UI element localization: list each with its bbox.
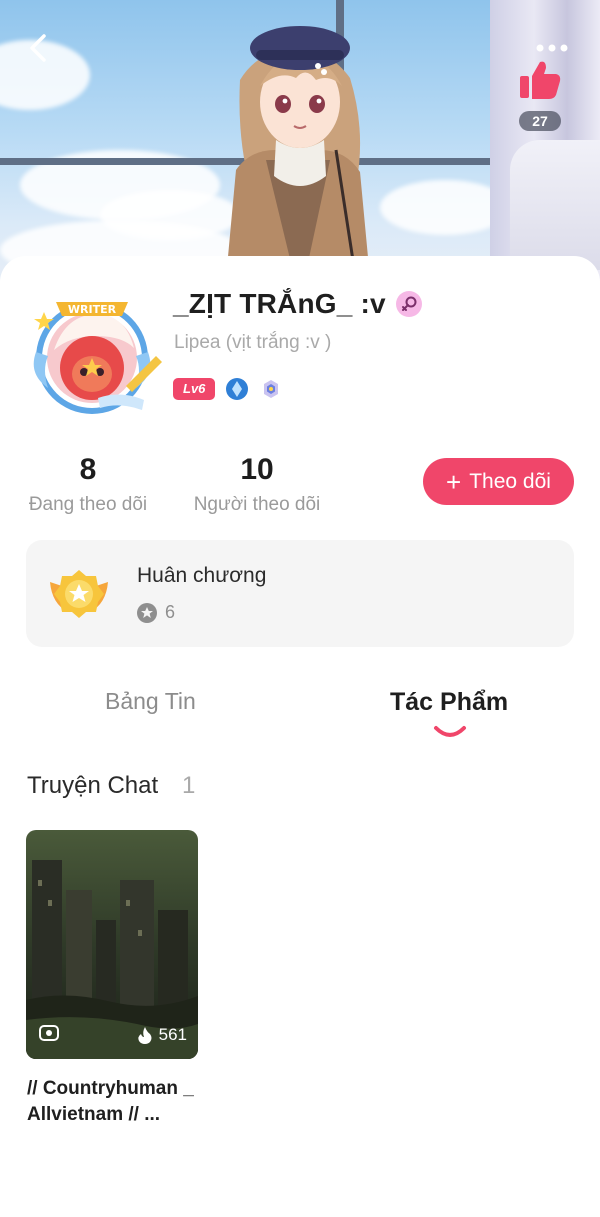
chat-camera-icon — [39, 1025, 59, 1041]
following-count: 8 — [79, 453, 97, 486]
username: _ZỊT TRẮnG_ :v — [173, 288, 386, 319]
plus-icon: + — [446, 466, 462, 497]
story-title[interactable]: // Countryhuman _ Allvietnam // ... — [27, 1076, 199, 1128]
section-title: Truyện Chat — [27, 772, 159, 799]
profile-banner: 27 — [0, 0, 600, 300]
story-view-count: 561 — [158, 1025, 187, 1044]
username-row: _ZỊT TRẮnG_ :v — [173, 284, 422, 324]
more-dots-icon — [536, 44, 568, 52]
profile-page: 27 WRITER _ZỊT TRẮnG_ :v Lipea (vịt trắn… — [0, 0, 600, 1217]
active-tab-indicator — [434, 726, 466, 737]
followers-label: Người theo dõi — [193, 494, 321, 515]
medals-card[interactable]: Huân chương 6 — [26, 540, 574, 647]
like-count: 27 — [519, 111, 561, 131]
chevron-left-icon — [30, 34, 46, 62]
followers-count: 10 — [240, 453, 274, 486]
section-count: 1 — [182, 772, 196, 799]
flame-icon — [137, 1027, 152, 1044]
following-stat[interactable]: 8 Đang theo dõi — [26, 452, 150, 516]
medals-count: 6 — [165, 602, 176, 622]
badge-row: Lv6 — [173, 377, 283, 401]
medals-count-row: 6 — [137, 602, 175, 623]
medals-title: Huân chương — [137, 564, 267, 587]
character-illustration — [224, 26, 372, 300]
following-label: Đang theo dõi — [28, 494, 148, 515]
gold-medal-icon — [50, 570, 108, 618]
female-symbol-icon — [395, 291, 422, 317]
more-options-button[interactable] — [532, 38, 572, 58]
story-card[interactable]: 561 — [26, 830, 198, 1059]
avatar-writer-label: WRITER — [68, 303, 117, 316]
level-badge[interactable]: Lv6 — [173, 378, 216, 400]
tab-works[interactable]: Tác Phẩm — [390, 688, 508, 728]
tab-feed[interactable]: Bảng Tin — [105, 688, 196, 728]
follow-button-label: Theo dõi — [469, 469, 551, 493]
blue-diamond-badge-icon[interactable] — [225, 377, 249, 401]
followers-stat[interactable]: 10 Người theo dõi — [188, 452, 326, 516]
avatar[interactable]: WRITER — [26, 290, 164, 418]
hexagon-badge-icon[interactable] — [259, 377, 283, 401]
story-views: 561 — [137, 1025, 187, 1045]
display-name: Lipea (vịt trắng :v ) — [174, 332, 332, 353]
follow-button[interactable]: + Theo dõi — [423, 458, 574, 505]
like-button[interactable]: 27 — [516, 58, 564, 131]
back-button[interactable] — [20, 28, 60, 68]
medal-star-icon — [137, 602, 157, 623]
thumbs-up-icon — [520, 61, 561, 99]
